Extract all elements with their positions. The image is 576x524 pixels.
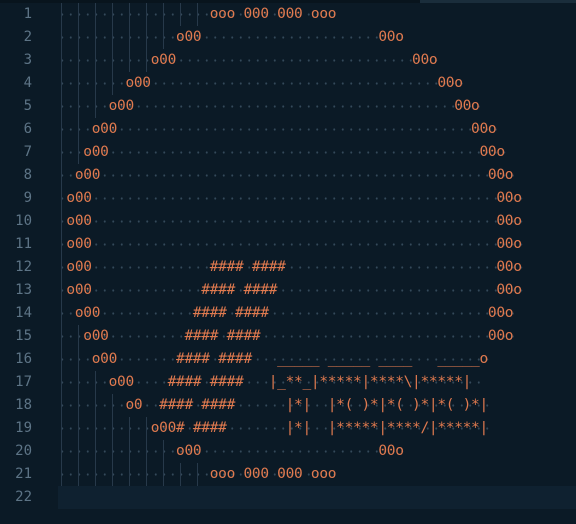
code-line[interactable] (58, 486, 576, 509)
line-number: 17 (15, 374, 32, 390)
line-number: 13 (15, 282, 32, 298)
code-area[interactable]: ooo 000 000 ooo o00 00o o00 00o o00 00o … (58, 3, 576, 524)
code-line-text: ooo 000 000 ooo (58, 466, 337, 482)
code-line[interactable]: o00 00o (58, 49, 576, 72)
code-line-text: o00 00o (58, 190, 522, 206)
line-number: 14 (15, 305, 32, 321)
code-line[interactable]: o00 00o (58, 95, 576, 118)
code-line-text: o00 00o (58, 443, 404, 459)
code-line[interactable]: ooo 000 000 ooo (58, 3, 576, 26)
code-line-text: o00 00o (58, 236, 522, 252)
line-number: 11 (15, 236, 32, 252)
code-line-text: o0 #### #### |*| |*( )*|*( )*|*( )*| (58, 397, 488, 413)
code-line[interactable]: ooo 000 000 ooo (58, 463, 576, 486)
code-line[interactable]: o00 #### #### 00o (58, 256, 576, 279)
line-number: 18 (15, 397, 32, 413)
code-line-text: o00 #### #### 00o (58, 328, 514, 344)
code-line[interactable]: o00 00o (58, 210, 576, 233)
code-line-text: o00# #### |*| |*****|****/|*****| (58, 420, 489, 436)
code-line[interactable]: o00 #### #### _____ _____ ____ _____o (58, 348, 576, 371)
code-line[interactable]: o00 #### #### 00o (58, 325, 576, 348)
line-number: 19 (15, 420, 32, 436)
code-line-text: o00 #### #### 00o (58, 282, 522, 298)
code-line-text: o00 00o (58, 167, 514, 183)
code-line-text: o00 #### #### 00o (58, 259, 522, 275)
code-line-text: ooo 000 000 ooo (58, 6, 337, 22)
code-line-text: o00 00o (58, 29, 404, 45)
code-line-text: o00 #### #### |_*​*_|*****|****\|*****| (58, 374, 472, 390)
code-line[interactable]: o00 #### #### 00o (58, 279, 576, 302)
line-number: 12 (15, 259, 32, 275)
line-number: 2 (23, 29, 32, 45)
code-line[interactable]: o00 00o (58, 187, 576, 210)
code-line-text: o00 00o (58, 121, 497, 137)
code-line[interactable]: o00 00o (58, 233, 576, 256)
line-number: 9 (23, 190, 32, 206)
code-line-text: o00 00o (58, 144, 505, 160)
code-line-text: o00 00o (58, 75, 463, 91)
code-line[interactable]: o00 00o (58, 141, 576, 164)
code-line[interactable]: o00# #### |*| |*****|****/|*****| (58, 417, 576, 440)
line-number: 16 (15, 351, 32, 367)
code-editor: 1 2 3 4 5 6 7 8 9 10 11 12 13 14 15 16 17 18 19 20 21 22 ooo … (0, 0, 576, 524)
line-number: 7 (23, 144, 32, 160)
code-line[interactable]: o00 00o (58, 72, 576, 95)
code-line[interactable]: o00 #### #### |_*​*_|*****|****\|*****| (58, 371, 576, 394)
code-line[interactable]: o00 00o (58, 26, 576, 49)
code-line[interactable]: o00 00o (58, 118, 576, 141)
line-number: 21 (15, 466, 32, 482)
line-number: 22 (15, 489, 32, 505)
line-number: 20 (15, 443, 32, 459)
line-number: 5 (23, 98, 32, 114)
line-number: 15 (15, 328, 32, 344)
code-line-text: o00 #### #### _____ _____ ____ _____o (58, 351, 489, 367)
line-number: 8 (23, 167, 32, 183)
line-number: 6 (23, 121, 32, 137)
line-number: 1 (23, 6, 32, 22)
code-line[interactable]: o00 #### #### 00o (58, 302, 576, 325)
line-number: 10 (15, 213, 32, 229)
code-line-text: o00 #### #### 00o (58, 305, 514, 321)
code-line[interactable]: o0 #### #### |*| |*( )*|*( )*|*( )*| (58, 394, 576, 417)
line-number-gutter: 1 2 3 4 5 6 7 8 9 10 11 12 13 14 15 16 17 18 19 20 21 22 (0, 3, 58, 524)
code-line[interactable]: o00 00o (58, 440, 576, 463)
code-line-text: o00 00o (58, 213, 522, 229)
line-number: 3 (23, 52, 32, 68)
code-line-text: o00 00o (58, 52, 438, 68)
line-number: 4 (23, 75, 32, 91)
code-line[interactable]: o00 00o (58, 164, 576, 187)
code-line-text: o00 00o (58, 98, 480, 114)
